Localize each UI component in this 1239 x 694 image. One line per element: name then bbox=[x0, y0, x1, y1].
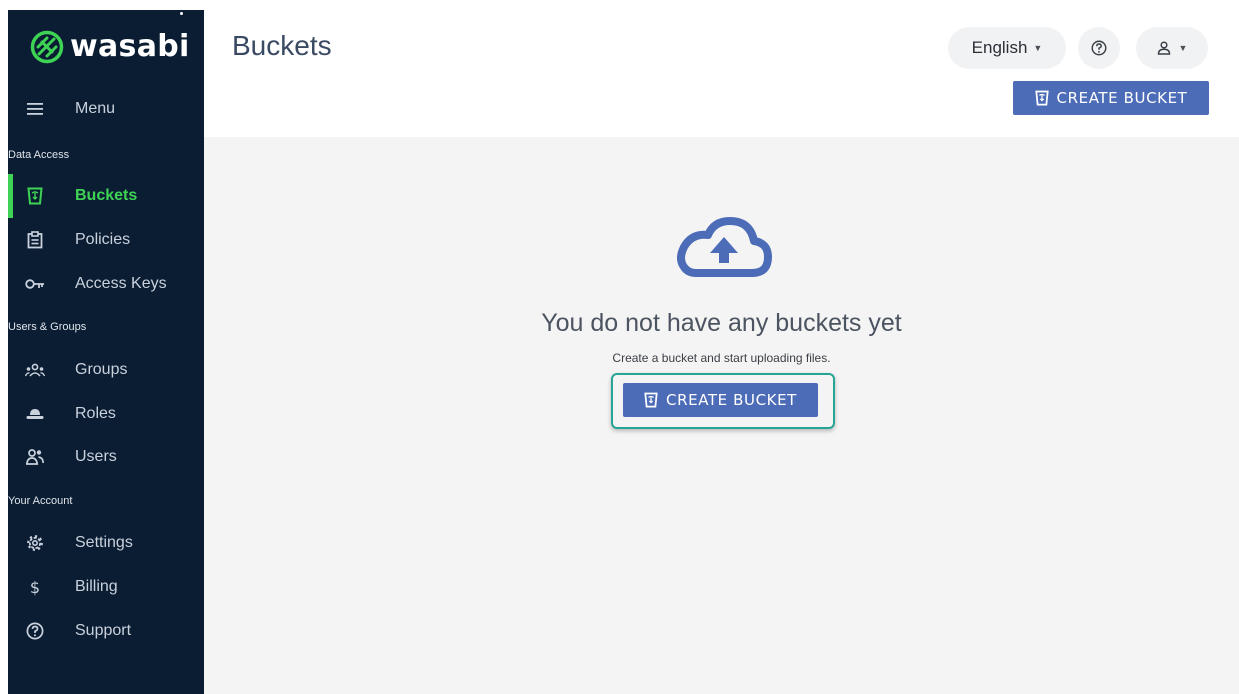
wasabi-logo[interactable]: wasabi bbox=[30, 30, 190, 64]
help-button[interactable] bbox=[1078, 27, 1120, 69]
sidebar-item-label: Billing bbox=[75, 578, 118, 595]
sidebar-item-label: Settings bbox=[75, 534, 133, 551]
help-icon bbox=[1091, 40, 1107, 56]
section-title-your-account: Your Account bbox=[8, 495, 73, 507]
bucket-icon bbox=[644, 392, 658, 408]
user-icon bbox=[1157, 41, 1170, 55]
help-icon bbox=[25, 621, 45, 641]
users-icon bbox=[25, 447, 45, 467]
sidebar-item-label: Policies bbox=[75, 231, 131, 248]
groups-icon bbox=[25, 360, 45, 380]
page-title: Buckets bbox=[232, 30, 332, 61]
sidebar: wasabi Menu Data Access Buckets Policies… bbox=[8, 10, 204, 694]
user-menu-button[interactable]: ▼ bbox=[1136, 27, 1208, 69]
create-bucket-button[interactable]: CREATE BUCKET bbox=[1013, 81, 1209, 115]
create-bucket-label: CREATE BUCKET bbox=[666, 391, 797, 409]
chevron-down-icon: ▼ bbox=[1178, 43, 1188, 53]
section-title-data-access: Data Access bbox=[8, 149, 70, 161]
clipboard-icon bbox=[25, 230, 45, 250]
sidebar-item-groups[interactable]: Groups bbox=[8, 352, 204, 388]
create-bucket-label: CREATE BUCKET bbox=[1056, 89, 1188, 107]
language-label: English bbox=[971, 38, 1028, 57]
sidebar-item-label: Access Keys bbox=[75, 275, 167, 292]
sidebar-item-policies[interactable]: Policies bbox=[8, 222, 204, 258]
menu-toggle[interactable]: Menu bbox=[8, 94, 204, 124]
sidebar-item-label: Support bbox=[75, 622, 132, 639]
trademark-dot bbox=[180, 12, 183, 15]
section-title-users-groups: Users & Groups bbox=[8, 321, 87, 333]
chevron-down-icon: ▼ bbox=[1033, 43, 1043, 53]
gear-icon bbox=[25, 533, 45, 553]
sidebar-item-roles[interactable]: Roles bbox=[8, 396, 204, 432]
key-icon bbox=[25, 274, 45, 294]
sidebar-item-label: Users bbox=[75, 448, 117, 465]
sidebar-item-billing[interactable]: $ Billing bbox=[8, 569, 204, 605]
dollar-icon: $ bbox=[29, 577, 41, 597]
sidebar-item-label: Groups bbox=[75, 361, 128, 378]
cloud-upload-icon bbox=[677, 217, 772, 277]
empty-state-subtitle: Create a bucket and start uploading file… bbox=[612, 351, 831, 365]
sidebar-item-label: Buckets bbox=[75, 187, 138, 204]
sidebar-item-label: Roles bbox=[75, 405, 116, 422]
sidebar-item-buckets[interactable]: Buckets bbox=[8, 174, 204, 218]
brand-name: wasabi bbox=[70, 29, 190, 64]
hat-icon bbox=[25, 404, 45, 424]
language-selector[interactable]: English ▼ bbox=[948, 27, 1066, 69]
create-bucket-button[interactable]: CREATE BUCKET bbox=[623, 383, 818, 417]
bucket-icon bbox=[1034, 90, 1049, 106]
bucket-icon bbox=[25, 186, 45, 206]
empty-state-title: You do not have any buckets yet bbox=[541, 309, 902, 337]
main-content: You do not have any buckets yet Create a… bbox=[204, 137, 1239, 694]
sidebar-item-support[interactable]: Support bbox=[8, 613, 204, 649]
sidebar-item-access-keys[interactable]: Access Keys bbox=[8, 266, 204, 302]
active-indicator bbox=[8, 174, 13, 218]
hamburger-icon bbox=[25, 99, 45, 119]
sidebar-item-settings[interactable]: Settings bbox=[8, 525, 204, 561]
sidebar-item-users[interactable]: Users bbox=[8, 439, 204, 475]
top-header: Buckets English ▼ ▼ CREATE BUCKET bbox=[204, 0, 1239, 137]
menu-label: Menu bbox=[75, 100, 116, 117]
wasabi-logo-icon bbox=[30, 30, 64, 64]
